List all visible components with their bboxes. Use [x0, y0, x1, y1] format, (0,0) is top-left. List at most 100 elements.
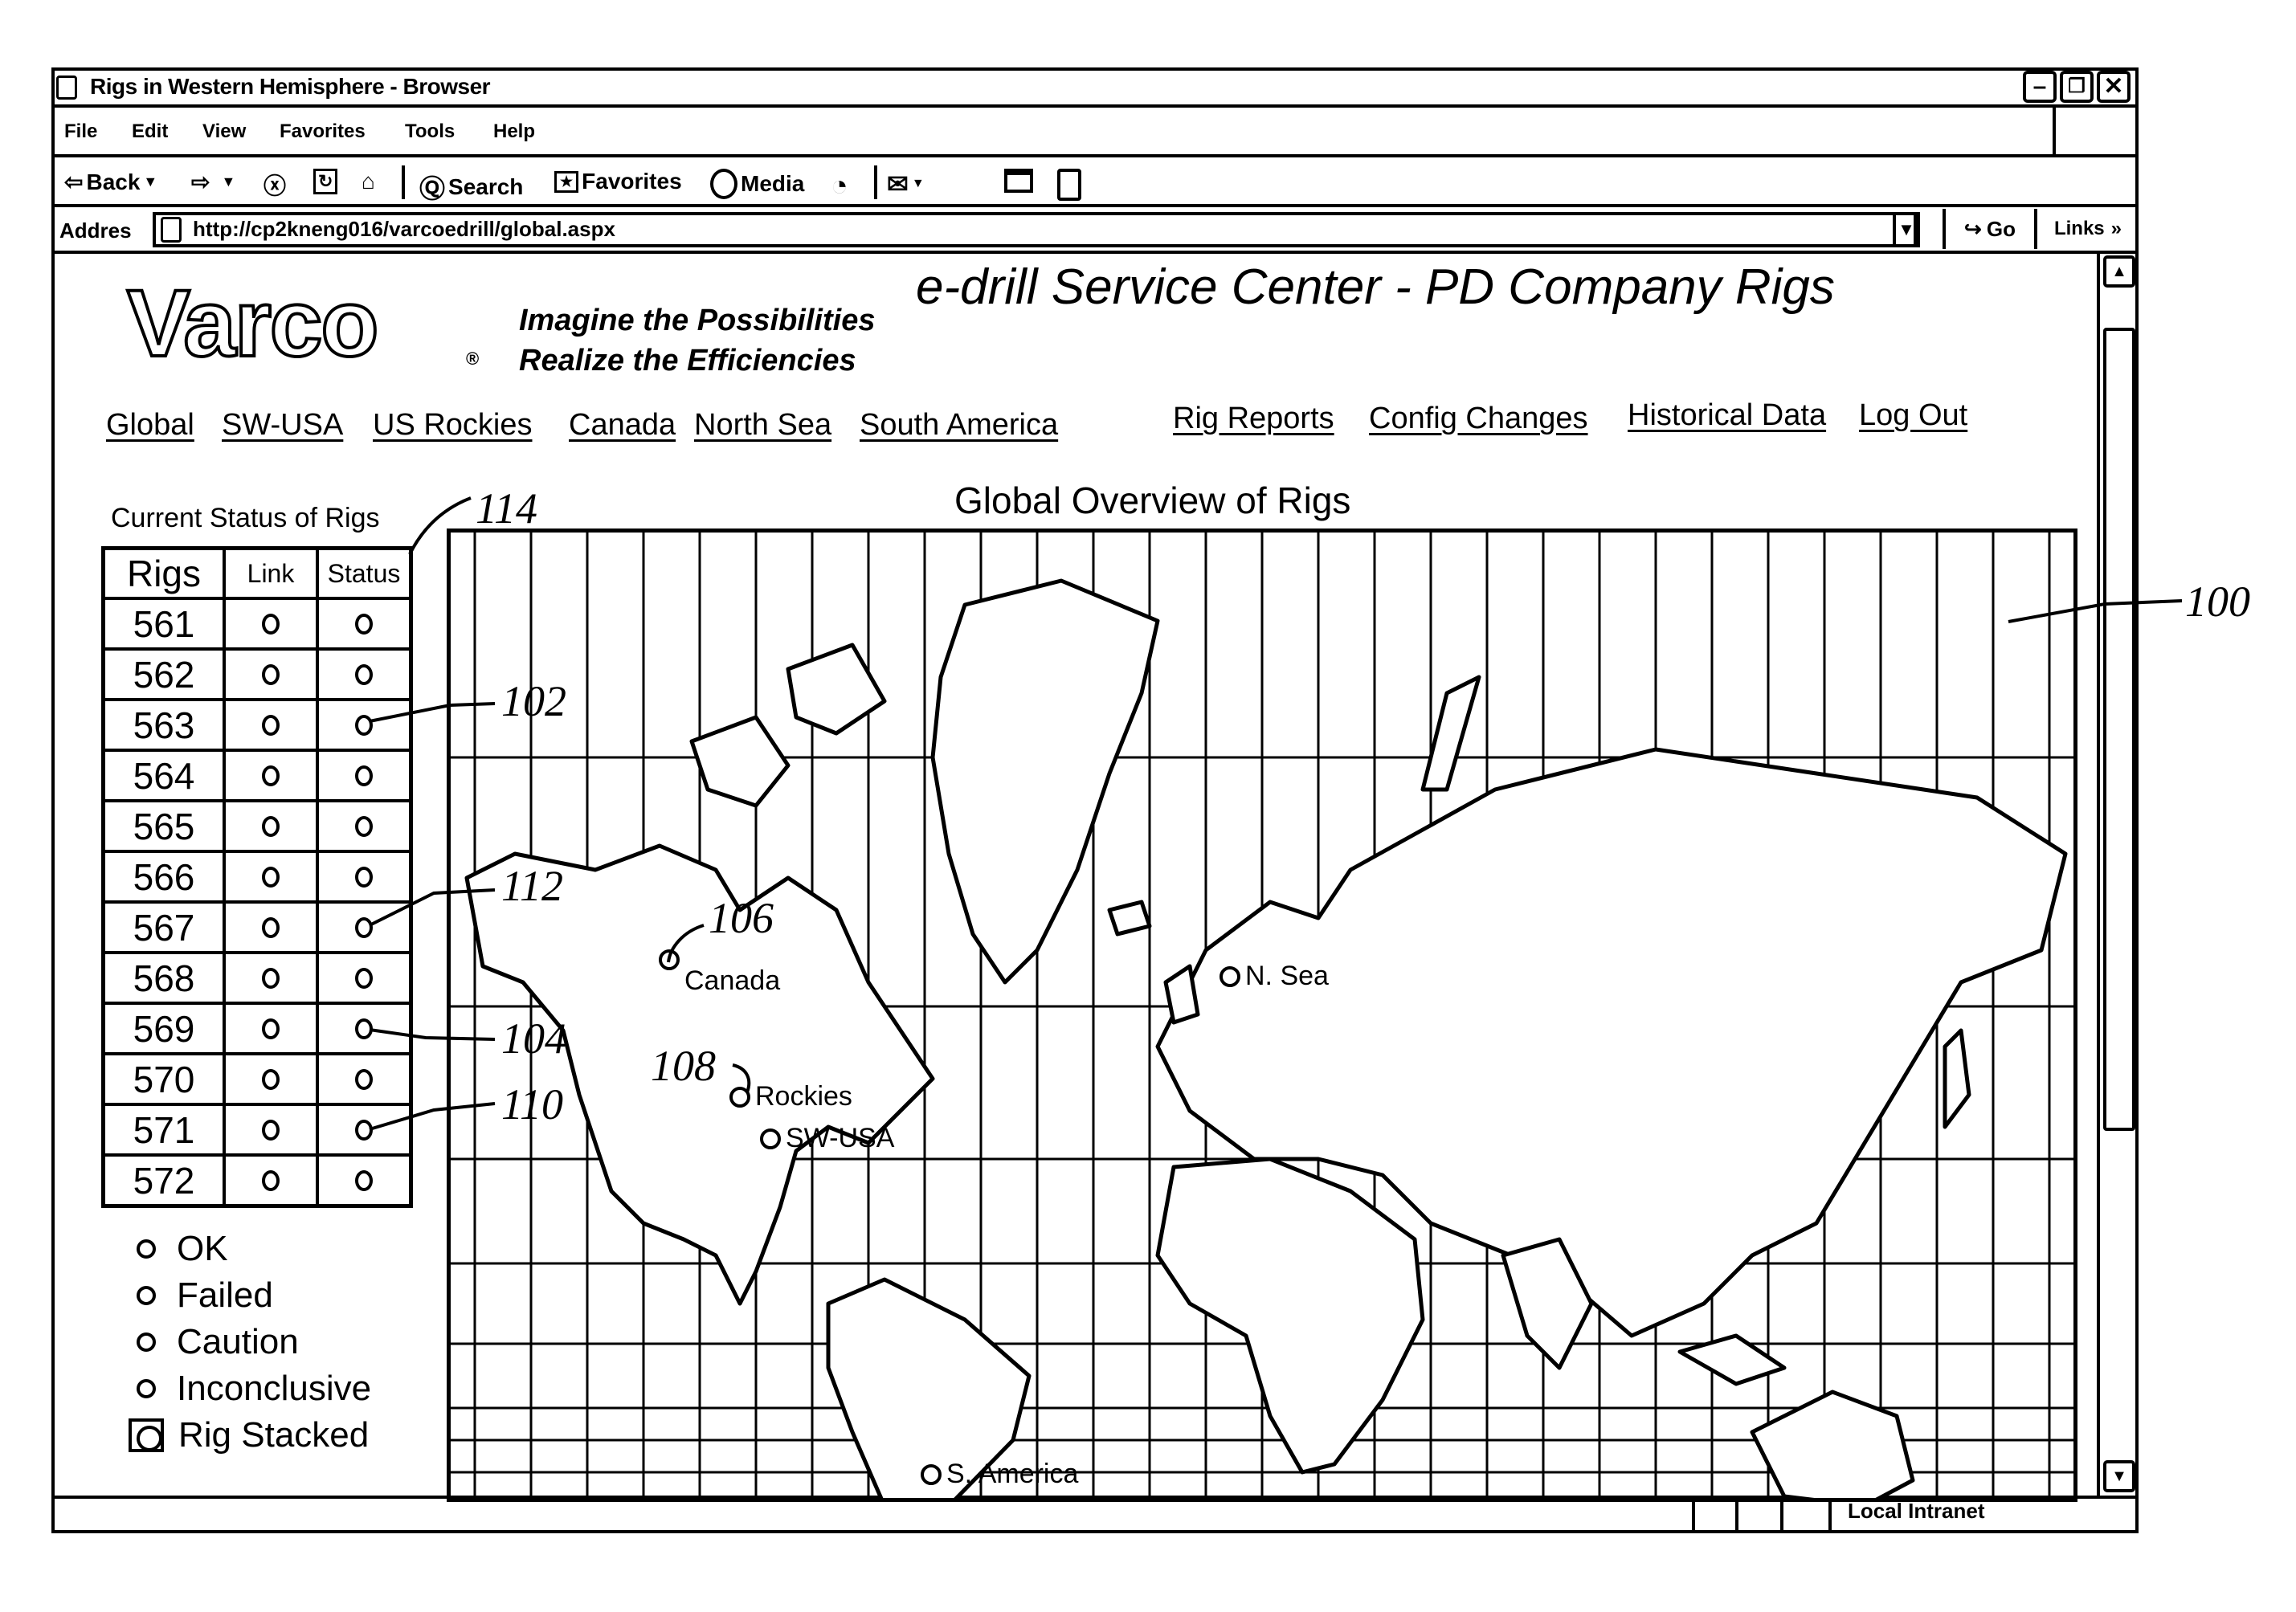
status-cell[interactable] [316, 850, 413, 904]
table-row[interactable]: 572 [101, 1153, 413, 1208]
nav-north-sea[interactable]: North Sea [694, 408, 831, 443]
table-row[interactable]: 563 [101, 698, 413, 752]
restore-button[interactable]: ❐ [2060, 71, 2094, 103]
rig-number[interactable]: 570 [101, 1052, 226, 1106]
link-cell[interactable] [223, 1052, 319, 1106]
menu-view[interactable]: View [202, 120, 246, 143]
history-button[interactable]: ◔ [831, 169, 848, 202]
nav-sw-usa[interactable]: SW-USA [222, 408, 343, 443]
nav-rig-reports[interactable]: Rig Reports [1173, 402, 1334, 436]
status-cell[interactable] [316, 1052, 413, 1106]
page-icon [161, 217, 182, 243]
map-marker-south-america[interactable]: S. America [921, 1459, 1078, 1490]
link-cell[interactable] [223, 749, 319, 802]
rig-number[interactable]: 568 [101, 951, 226, 1005]
table-row[interactable]: 561 [101, 597, 413, 651]
rig-number[interactable]: 562 [101, 647, 226, 701]
minimize-button[interactable]: – [2023, 71, 2057, 103]
mail-button[interactable]: ✉ ▼ [887, 169, 925, 199]
stop-button[interactable]: ⓧ [264, 169, 286, 201]
nav-config-changes[interactable]: Config Changes [1369, 402, 1588, 436]
table-row[interactable]: 571 [101, 1103, 413, 1157]
rig-number[interactable]: 565 [101, 799, 226, 853]
link-cell[interactable] [223, 647, 319, 701]
table-row[interactable]: 564 [101, 749, 413, 802]
status-cell[interactable] [316, 951, 413, 1005]
rig-number[interactable]: 566 [101, 850, 226, 904]
link-cell[interactable] [223, 698, 319, 752]
map-marker-canada[interactable]: Canada [659, 949, 780, 997]
nav-south-america[interactable]: South America [860, 408, 1058, 443]
table-row[interactable]: 567 [101, 900, 413, 954]
table-row[interactable]: 565 [101, 799, 413, 853]
table-row[interactable]: 562 [101, 647, 413, 701]
status-cell[interactable] [316, 1103, 413, 1157]
nav-global[interactable]: Global [106, 408, 194, 443]
link-cell[interactable] [223, 850, 319, 904]
status-cell[interactable] [316, 597, 413, 651]
menu-help[interactable]: Help [493, 120, 535, 143]
rig-status-icon [355, 613, 373, 635]
nav-canada[interactable]: Canada [569, 408, 676, 443]
search-icon: Ⓠ [419, 174, 446, 203]
rig-number[interactable]: 567 [101, 900, 226, 954]
rig-number[interactable]: 569 [101, 1002, 226, 1055]
go-button[interactable]: ↪ Go [1943, 209, 2037, 249]
link-cell[interactable] [223, 1002, 319, 1055]
back-button[interactable]: ⇦ Back ▼ [64, 169, 157, 195]
search-button[interactable]: Ⓠ Search [419, 169, 523, 206]
status-cell[interactable] [316, 799, 413, 853]
edit-button[interactable] [1057, 169, 1081, 201]
scroll-down-button[interactable]: ▼ [2103, 1460, 2135, 1492]
rig-number[interactable]: 564 [101, 749, 226, 802]
refresh-button[interactable]: ↻ [313, 169, 338, 194]
favorites-button[interactable]: ★ Favorites [554, 169, 682, 194]
table-row[interactable]: 568 [101, 951, 413, 1005]
nav-log-out[interactable]: Log Out [1859, 398, 1967, 433]
address-dropdown-button[interactable]: ▼ [1893, 212, 1920, 247]
table-row[interactable]: 566 [101, 850, 413, 904]
scroll-up-button[interactable]: ▲ [2103, 255, 2135, 288]
home-button[interactable]: ⌂ [362, 169, 375, 194]
link-cell[interactable] [223, 799, 319, 853]
links-button[interactable]: Links » [2041, 209, 2135, 249]
map-marker-sw-usa[interactable]: SW-USA [760, 1123, 894, 1154]
table-row[interactable]: 569 [101, 1002, 413, 1055]
status-cell[interactable] [316, 900, 413, 954]
nav-historical-data[interactable]: Historical Data [1628, 398, 1826, 433]
status-cell[interactable] [316, 1002, 413, 1055]
iceland [1107, 900, 1152, 937]
rig-number[interactable]: 572 [101, 1153, 226, 1208]
menu-tools[interactable]: Tools [405, 120, 455, 143]
link-cell[interactable] [223, 1103, 319, 1157]
status-cell[interactable] [316, 749, 413, 802]
media-button[interactable]: Media [710, 169, 804, 199]
map-marker-north-sea[interactable]: N. Sea [1219, 961, 1329, 992]
map-marker-rockies[interactable]: Rockies [729, 1081, 852, 1112]
scrollbar-thumb[interactable] [2103, 328, 2135, 1131]
link-cell[interactable] [223, 900, 319, 954]
forward-dropdown-icon[interactable]: ▼ [221, 173, 235, 190]
status-cell[interactable] [316, 647, 413, 701]
status-cell[interactable] [316, 1153, 413, 1208]
nav-us-rockies[interactable]: US Rockies [373, 408, 533, 443]
rig-number[interactable]: 571 [101, 1103, 226, 1157]
menu-file[interactable]: File [64, 120, 97, 143]
link-cell[interactable] [223, 1153, 319, 1208]
print-button[interactable] [1004, 169, 1033, 193]
rig-number[interactable]: 561 [101, 597, 226, 651]
table-row[interactable]: 570 [101, 1052, 413, 1106]
mail-dropdown-icon[interactable]: ▼ [912, 177, 925, 191]
link-cell[interactable] [223, 951, 319, 1005]
close-button[interactable]: ✕ [2097, 71, 2131, 103]
back-dropdown-icon[interactable]: ▼ [143, 173, 157, 190]
menu-favorites[interactable]: Favorites [280, 120, 366, 143]
reference-numeral: 100 [2185, 577, 2250, 626]
rig-number[interactable]: 563 [101, 698, 226, 752]
address-url[interactable]: http://cp2kneng016/varcoedrill/global.as… [193, 217, 615, 242]
forward-button[interactable]: ⇨ ▼ [191, 169, 235, 195]
address-label: Addres [59, 218, 132, 243]
status-cell[interactable] [316, 698, 413, 752]
menu-edit[interactable]: Edit [132, 120, 168, 143]
link-cell[interactable] [223, 597, 319, 651]
